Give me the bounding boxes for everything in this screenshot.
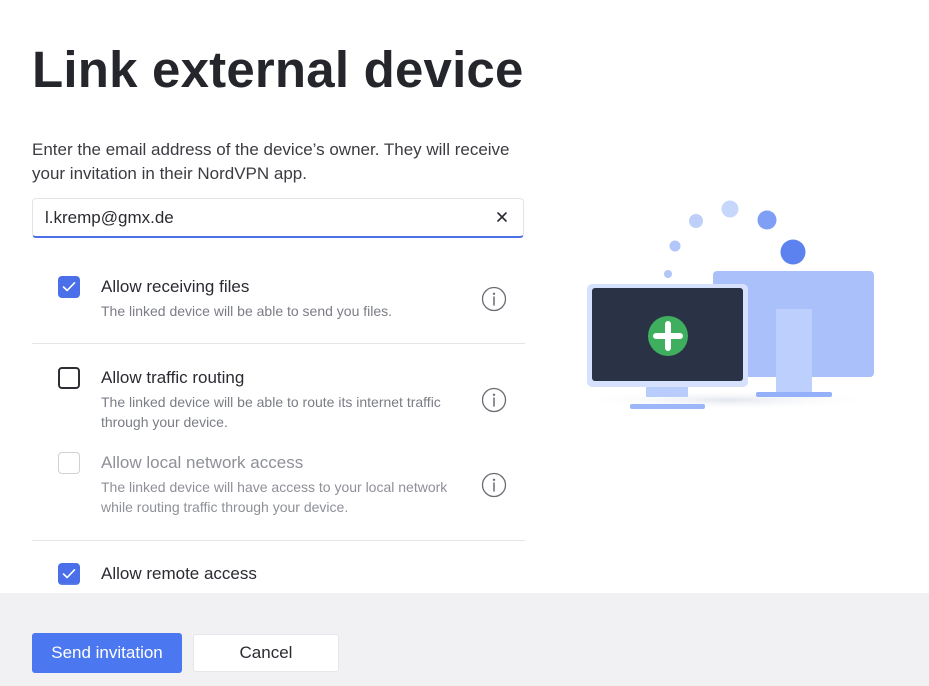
page-title: Link external device	[32, 41, 524, 98]
dot	[721, 200, 739, 218]
option-description: The linked device will have access to yo…	[101, 479, 448, 515]
option-label: Allow receiving files	[101, 277, 250, 296]
dot	[757, 210, 777, 230]
info-icon[interactable]	[481, 286, 507, 312]
option-description: The linked device will be able to send y…	[101, 303, 393, 319]
dot	[780, 239, 806, 265]
checkbox-remote-access[interactable]	[58, 563, 80, 585]
option-label: Allow traffic routing	[101, 368, 245, 387]
checkbox-local-network	[58, 452, 80, 474]
option-label: Allow local network access	[101, 453, 304, 472]
plus-icon	[648, 316, 688, 356]
email-field-container[interactable]	[32, 198, 524, 238]
email-field[interactable]	[45, 199, 485, 237]
invitation-description: Enter the email address of the device’s …	[32, 140, 510, 183]
divider	[32, 540, 525, 541]
checkbox-receiving-files[interactable]	[58, 276, 80, 298]
send-invitation-button[interactable]: Send invitation	[32, 633, 182, 673]
dot	[664, 270, 672, 278]
cancel-button[interactable]: Cancel	[193, 634, 339, 672]
checkbox-traffic-routing[interactable]	[58, 367, 80, 389]
checkmark-icon	[62, 282, 76, 292]
linked-devices-illustration	[578, 200, 878, 410]
close-icon[interactable]	[495, 210, 509, 224]
option-label: Allow remote access	[101, 564, 257, 583]
info-icon[interactable]	[481, 472, 507, 498]
option-description: The linked device will be able to route …	[101, 394, 441, 430]
dot	[689, 214, 703, 228]
divider	[32, 343, 525, 344]
info-icon[interactable]	[481, 387, 507, 413]
checkmark-icon	[62, 569, 76, 579]
illustration-shadow	[578, 390, 878, 410]
dot	[669, 240, 681, 252]
